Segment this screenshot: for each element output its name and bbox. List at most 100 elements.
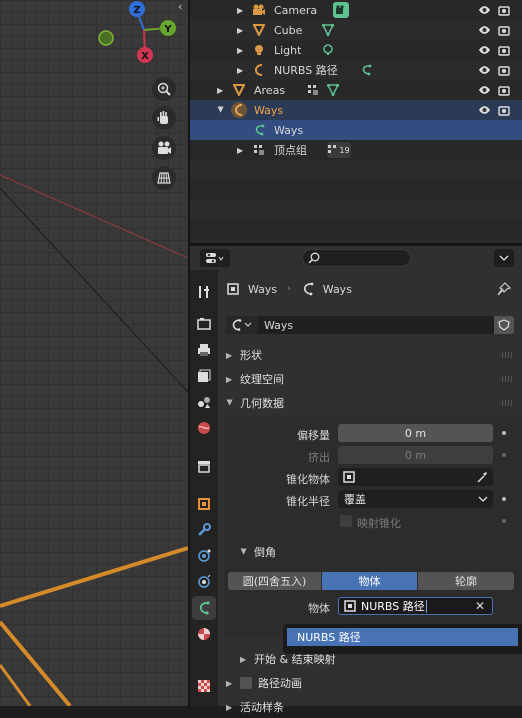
map-taper-checkbox[interactable]: [340, 515, 352, 527]
clear-icon[interactable]: ✕: [475, 599, 485, 613]
pin-icon[interactable]: [496, 281, 512, 297]
panel-title: 路径动画: [258, 677, 302, 690]
light-data-icon[interactable]: [320, 42, 336, 58]
tab-view-layer[interactable]: [192, 364, 216, 388]
shield-icon: [498, 319, 510, 331]
render-camera-icon[interactable]: [497, 103, 511, 117]
outliner-row-ways-data[interactable]: Ways: [190, 120, 522, 140]
properties-search-input[interactable]: [302, 249, 411, 267]
texture-icon: [198, 680, 210, 692]
mesh-data-icon[interactable]: [320, 22, 336, 38]
drag-handle[interactable]: [502, 400, 514, 406]
camera-view-icon[interactable]: [152, 136, 176, 160]
panel-shape[interactable]: ▶ 形状: [226, 344, 518, 366]
keyframe-dot[interactable]: [502, 519, 506, 523]
curve-data-icon: [232, 319, 252, 331]
eyedropper-icon[interactable]: [476, 471, 488, 483]
tab-physics[interactable]: [192, 570, 216, 594]
options-dropdown[interactable]: [494, 249, 514, 267]
tab-modifiers[interactable]: [192, 518, 216, 542]
keyframe-dot[interactable]: [502, 453, 506, 457]
outliner-row-light[interactable]: ▶ Light: [190, 40, 522, 60]
extrude-field[interactable]: 0 m: [338, 446, 493, 464]
3d-viewport[interactable]: Z Y X ‹: [0, 0, 188, 706]
tab-render[interactable]: [192, 312, 216, 336]
drag-handle[interactable]: [502, 352, 514, 358]
tab-output[interactable]: [192, 338, 216, 362]
world-icon: [198, 422, 210, 434]
outliner-row-camera[interactable]: ▶ Camera: [190, 0, 522, 20]
bevel-mode-profile[interactable]: 轮廓: [418, 572, 514, 590]
curve-data-icon[interactable]: [358, 62, 374, 78]
tab-curve-data[interactable]: [192, 596, 216, 620]
bevel-mode-round[interactable]: 圆(四舍五入): [228, 572, 321, 590]
panel-geometry[interactable]: ▶ 几何数据: [226, 392, 518, 414]
taper-object-field[interactable]: [338, 468, 493, 486]
collapse-arrow-icon: ▶: [225, 399, 235, 406]
eye-icon[interactable]: [477, 23, 491, 37]
render-camera-icon[interactable]: [497, 23, 511, 37]
mesh-data-icon[interactable]: [325, 82, 341, 98]
collapse-arrow-icon[interactable]: ▶: [217, 106, 226, 114]
hand-pan-icon[interactable]: [152, 106, 176, 130]
bevel-object-label: 物体: [308, 602, 330, 615]
eye-icon[interactable]: [477, 43, 491, 57]
grid-perspective-icon[interactable]: [152, 166, 176, 190]
zoom-icon[interactable]: [152, 77, 176, 101]
eye-icon[interactable]: [477, 3, 491, 17]
tab-material[interactable]: [192, 622, 216, 646]
panel-bevel[interactable]: ▶ 倒角: [240, 541, 510, 563]
tab-collection[interactable]: [192, 454, 216, 478]
eye-icon[interactable]: [477, 63, 491, 77]
expand-arrow-icon[interactable]: ▶: [237, 46, 245, 55]
tab-tool[interactable]: [192, 280, 216, 304]
panel-texture-space[interactable]: ▶ 纹理空间: [226, 368, 518, 390]
render-camera-icon[interactable]: [497, 63, 511, 77]
expand-arrow-icon[interactable]: ▶: [237, 146, 245, 155]
navigation-gizmo[interactable]: Z Y X: [92, 0, 182, 66]
badge-count: 19: [339, 145, 350, 155]
bevel-object-field[interactable]: NURBS 路径 ✕: [338, 597, 493, 615]
collapse-arrow-icon[interactable]: ‹: [178, 0, 188, 14]
offset-field[interactable]: 0 m: [338, 424, 493, 442]
panel-active-spline[interactable]: ▶ 活动样条: [226, 696, 518, 718]
tab-particles[interactable]: [192, 544, 216, 568]
tab-texture[interactable]: [192, 674, 216, 698]
render-camera-icon[interactable]: [497, 43, 511, 57]
outliner-row-vertex-groups[interactable]: ▶ 顶点组 19: [190, 140, 522, 160]
drag-handle[interactable]: [502, 376, 514, 382]
editor-type-button[interactable]: [200, 249, 230, 267]
expand-arrow-icon[interactable]: ▶: [217, 86, 225, 95]
path-animation-checkbox[interactable]: [240, 677, 252, 689]
camera-data-icon[interactable]: [333, 2, 349, 18]
panel-path-animation[interactable]: ▶ 路径动画: [226, 672, 518, 694]
svg-text:Y: Y: [163, 24, 172, 35]
keyframe-dot[interactable]: [502, 431, 506, 435]
search-result-item[interactable]: NURBS 路径: [287, 628, 518, 646]
tab-world[interactable]: [192, 416, 216, 440]
fake-user-button[interactable]: [494, 316, 514, 334]
bevel-mode-object[interactable]: 物体: [322, 572, 417, 590]
taper-radius-select[interactable]: 覆盖: [338, 490, 493, 508]
eye-icon[interactable]: [477, 103, 491, 117]
outliner-row-cube[interactable]: ▶ Cube: [190, 20, 522, 40]
outliner-label: NURBS 路径: [274, 64, 338, 77]
mesh-icon: [231, 82, 247, 98]
outliner-row-nurbs-path[interactable]: ▶ NURBS 路径: [190, 60, 522, 80]
tab-scene[interactable]: [192, 390, 216, 414]
outliner-row-areas[interactable]: ▶ Areas: [190, 80, 522, 100]
vertex-group-count[interactable]: 19: [327, 142, 351, 158]
taper-object-label: 锥化物体: [286, 473, 330, 486]
datablock-name-field[interactable]: Ways: [258, 316, 494, 334]
keyframe-dot[interactable]: [502, 497, 506, 501]
expand-arrow-icon[interactable]: ▶: [237, 66, 245, 75]
render-camera-icon[interactable]: [497, 83, 511, 97]
expand-arrow-icon[interactable]: ▶: [237, 6, 245, 15]
tab-object[interactable]: [192, 492, 216, 516]
eye-icon[interactable]: [477, 83, 491, 97]
expand-arrow-icon[interactable]: ▶: [237, 26, 245, 35]
render-camera-icon[interactable]: [497, 3, 511, 17]
vertex-group-icon[interactable]: [305, 82, 321, 98]
datablock-browse-button[interactable]: [226, 316, 258, 334]
outliner-row-ways[interactable]: ▶ Ways: [190, 100, 522, 120]
